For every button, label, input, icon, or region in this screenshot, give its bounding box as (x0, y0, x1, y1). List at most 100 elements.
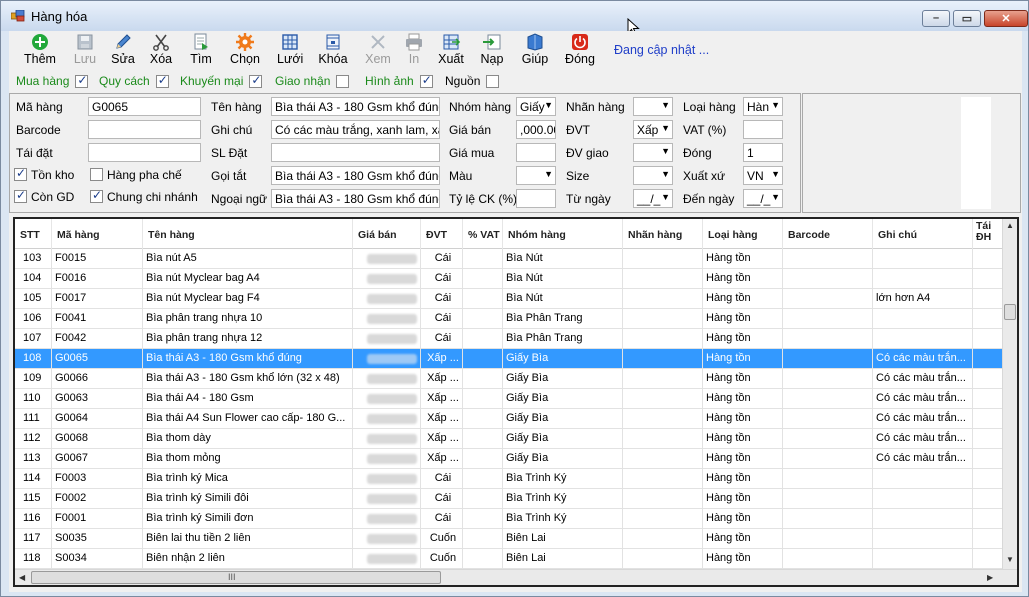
column-header-stt[interactable]: STT (15, 219, 52, 249)
column-header-nhom-hang[interactable]: Nhóm hàng (503, 219, 623, 249)
column-header-barcode[interactable]: Barcode (783, 219, 873, 249)
items-grid[interactable]: STT Mã hàng Tên hàng Giá bán ĐVT% VAT Nhóm hà… (13, 217, 1019, 587)
cell-nhan-hang[interactable] (623, 489, 703, 509)
cell-ten-hang[interactable]: Bìa trình ký Simili đơn (143, 509, 353, 529)
xuat-xu-select[interactable]: VN ▼ (743, 166, 783, 185)
cell-ten-hang[interactable]: Bìa nút Myclear bag A4 (143, 269, 353, 289)
cell-ghi-chu[interactable]: Có các màu trắn... (873, 449, 973, 469)
cell-stt[interactable]: 114 (15, 469, 52, 489)
cell-vat[interactable] (463, 389, 503, 409)
cell-dvt[interactable]: Cái (421, 269, 463, 289)
cell-dvt[interactable]: Xấp ... (421, 389, 463, 409)
cell-loai-hang[interactable]: Hàng tồn (703, 489, 783, 509)
cell-nhan-hang[interactable] (623, 289, 703, 309)
cell-barcode[interactable] (783, 329, 873, 349)
horizontal-scroll-thumb[interactable]: III (31, 571, 441, 584)
table-row[interactable]: 118 S0034 Biên nhận 2 liên Cuốn Biên Lai Hàng… (15, 549, 1005, 569)
cell-nhan-hang[interactable] (623, 409, 703, 429)
scroll-down-icon[interactable]: ▼ (1006, 555, 1014, 564)
con-gd-checkbox[interactable] (14, 188, 27, 203)
table-row[interactable]: 105 F0017 Bìa nút Myclear bag F4 Cái Bìa Nút… (15, 289, 1005, 309)
cell-nhom-hang[interactable]: Bìa Trình Ký (503, 509, 623, 529)
cell-ghi-chu[interactable]: lớn hơn A4 (873, 289, 973, 309)
cell-ten-hang[interactable]: Biên nhận 2 liên (143, 549, 353, 569)
cell-nhom-hang[interactable]: Giấy Bìa (503, 409, 623, 429)
barcode-input[interactable] (88, 120, 201, 139)
tai-dat-input[interactable] (88, 143, 201, 162)
cell-barcode[interactable] (783, 249, 873, 269)
vertical-scrollbar[interactable]: ▲ ▼ (1002, 219, 1017, 569)
help-button[interactable]: Giúp (520, 33, 550, 69)
cell-vat[interactable] (463, 469, 503, 489)
cell-nhom-hang[interactable]: Giấy Bìa (503, 349, 623, 369)
cell-barcode[interactable] (783, 529, 873, 549)
scroll-left-icon[interactable]: ◀ (19, 573, 25, 582)
cell-nhan-hang[interactable] (623, 549, 703, 569)
cell-dvt[interactable]: Cái (421, 469, 463, 489)
cell-barcode[interactable] (783, 449, 873, 469)
gia-mua-input[interactable] (516, 143, 556, 162)
cell-barcode[interactable] (783, 269, 873, 289)
select-button[interactable]: Chọn (229, 33, 261, 69)
table-row[interactable]: 113 G0067 Bìa thom mỏng Xấp ... Giấy Bìa Hàng… (15, 449, 1005, 469)
cell-vat[interactable] (463, 429, 503, 449)
cell-dvt[interactable]: Cái (421, 489, 463, 509)
cell-stt[interactable]: 116 (15, 509, 52, 529)
cell-ma-hang[interactable]: G0065 (52, 349, 143, 369)
cell-ghi-chu[interactable]: Có các màu trắn... (873, 349, 973, 369)
cell-loai-hang[interactable]: Hàng tồn (703, 509, 783, 529)
cell-ghi-chu[interactable]: Có các màu trắn... (873, 409, 973, 429)
cell-ghi-chu[interactable] (873, 269, 973, 289)
cell-ma-hang[interactable]: F0042 (52, 329, 143, 349)
cell-loai-hang[interactable]: Hàng tồn (703, 449, 783, 469)
cell-ten-hang[interactable]: Bìa trình ký Simili đôi (143, 489, 353, 509)
lock-button[interactable]: Khóa (318, 33, 348, 69)
checkbox[interactable] (75, 73, 89, 88)
cell-ghi-chu[interactable] (873, 309, 973, 329)
import-button[interactable]: Nạp (479, 33, 505, 69)
option-quy-cach[interactable]: Quy cách (99, 73, 169, 88)
cell-nhan-hang[interactable] (623, 249, 703, 269)
cell-nhom-hang[interactable]: Giấy Bìa (503, 429, 623, 449)
cell-loai-hang[interactable]: Hàng tồn (703, 349, 783, 369)
cell-vat[interactable] (463, 489, 503, 509)
gia-ban-input[interactable]: ,000.00 (516, 120, 556, 139)
cell-ghi-chu[interactable]: Có các màu trắn... (873, 369, 973, 389)
cell-dvt[interactable]: Cái (421, 329, 463, 349)
cell-dvt[interactable]: Cuốn (421, 529, 463, 549)
cell-ten-hang[interactable]: Bìa nút A5 (143, 249, 353, 269)
ton-kho-checkbox[interactable] (14, 166, 27, 181)
cell-stt[interactable]: 111 (15, 409, 52, 429)
edit-button[interactable]: Sửa (110, 33, 136, 69)
delete-button[interactable]: Xóa (148, 33, 174, 69)
cell-nhan-hang[interactable] (623, 309, 703, 329)
cell-ten-hang[interactable]: Bìa thom mỏng (143, 449, 353, 469)
scroll-up-icon[interactable]: ▲ (1006, 221, 1014, 230)
export-button[interactable]: Xuất (437, 33, 465, 69)
cell-ten-hang[interactable]: Bìa thái A3 - 180 Gsm khổ lớn (32 x 48) (143, 369, 353, 389)
minimize-button[interactable]: – (922, 10, 950, 27)
find-button[interactable]: Tìm (187, 33, 215, 69)
cell-ma-hang[interactable]: G0068 (52, 429, 143, 449)
cell-barcode[interactable] (783, 349, 873, 369)
cell-nhom-hang[interactable]: Bìa Nút (503, 289, 623, 309)
column-header-dvt[interactable]: ĐVT (421, 219, 463, 249)
table-row[interactable]: 117 S0035 Biên lai thu tiền 2 liên Cuốn Biên… (15, 529, 1005, 549)
cell-nhom-hang[interactable]: Biên Lai (503, 529, 623, 549)
cell-loai-hang[interactable]: Hàng tồn (703, 389, 783, 409)
table-row[interactable]: 114 F0003 Bìa trình ký Mica Cái Bìa Trình Ký… (15, 469, 1005, 489)
cell-vat[interactable] (463, 529, 503, 549)
cell-barcode[interactable] (783, 469, 873, 489)
sl-dat-input[interactable] (271, 143, 440, 162)
cell-barcode[interactable] (783, 309, 873, 329)
cell-ten-hang[interactable]: Bìa trình ký Mica (143, 469, 353, 489)
cell-vat[interactable] (463, 349, 503, 369)
cell-nhom-hang[interactable]: Giấy Bìa (503, 389, 623, 409)
cell-nhan-hang[interactable] (623, 449, 703, 469)
cell-ma-hang[interactable]: S0035 (52, 529, 143, 549)
cell-nhan-hang[interactable] (623, 529, 703, 549)
cell-nhom-hang[interactable]: Giấy Bìa (503, 449, 623, 469)
cell-stt[interactable]: 113 (15, 449, 52, 469)
cell-stt[interactable]: 112 (15, 429, 52, 449)
cell-barcode[interactable] (783, 409, 873, 429)
